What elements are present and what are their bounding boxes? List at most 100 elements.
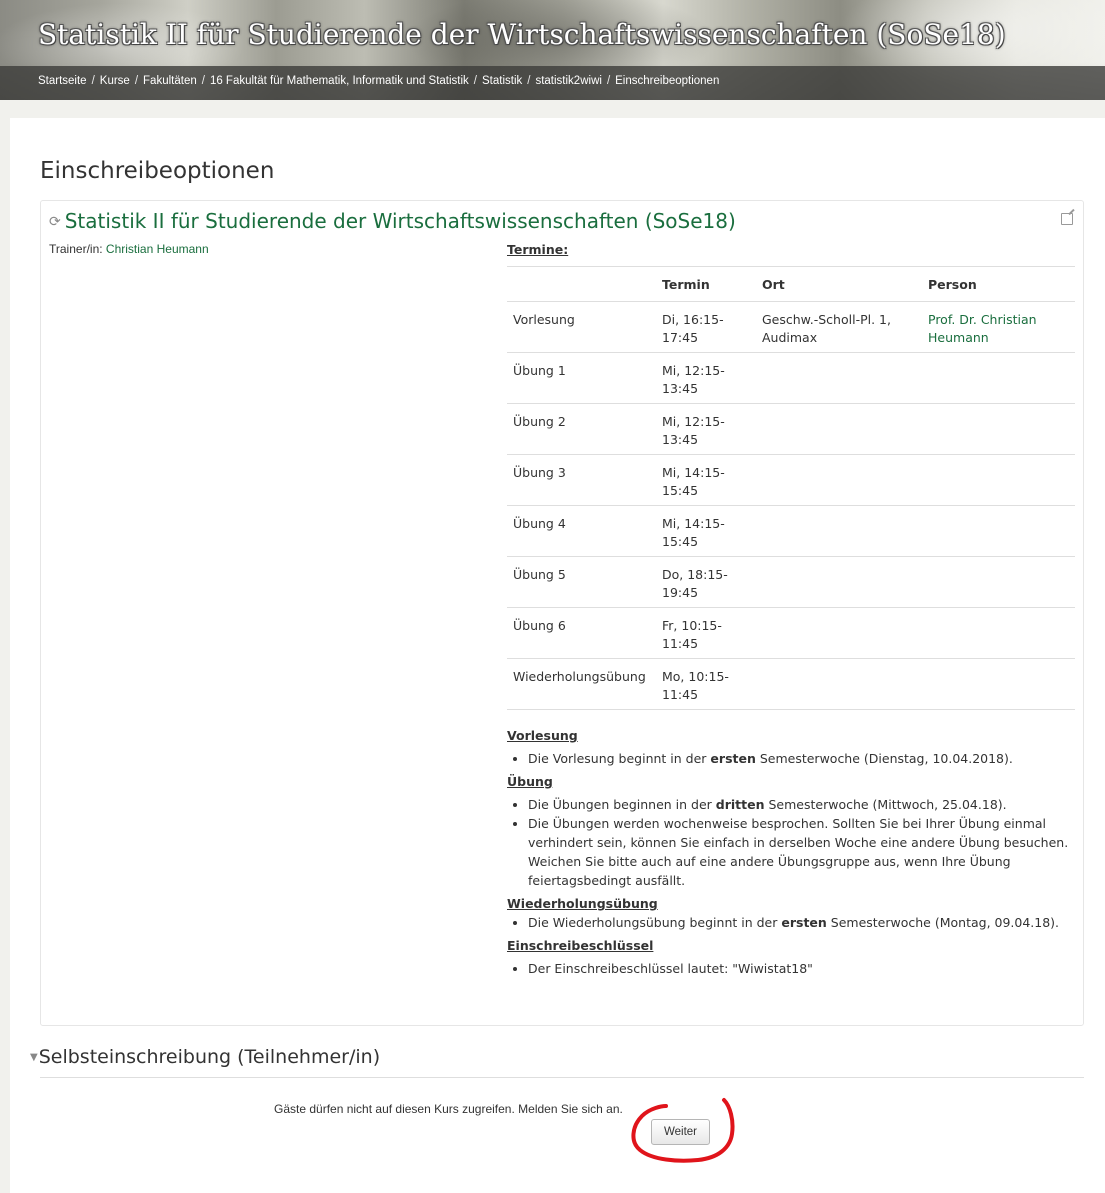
table-row: Übung 4 Mi, 14:15- 15:45 [507, 505, 1075, 557]
schedule-cell-termin: Mi, 14:15- 15:45 [656, 505, 756, 557]
table-row: Wiederholungsübung Mo, 10:15- 11:45 [507, 658, 1075, 710]
schedule-cell-type: Übung 1 [507, 352, 656, 404]
schedule-cell-termin: Do, 18:15- 19:45 [656, 556, 756, 608]
course-icon: ⟳ [49, 214, 61, 230]
breadcrumb-item[interactable]: 16 Fakultät für Mathematik, Informatik u… [210, 75, 469, 87]
schedule-cell-ort [756, 607, 922, 659]
schedule-cell-type: Vorlesung [507, 301, 656, 353]
schedule-cell-type: Übung 5 [507, 556, 656, 608]
schedule-cell-ort [756, 454, 922, 506]
schedule-cell-termin: Mi, 12:15- 13:45 [656, 352, 756, 404]
schedule-cell-ort [756, 556, 922, 608]
breadcrumb-separator: / [527, 75, 531, 87]
page-title: Einschreibeoptionen [40, 158, 275, 184]
schedule-cell-person [922, 505, 1075, 557]
breadcrumb-item[interactable]: statistik2wiwi [535, 75, 601, 87]
uebung-heading: Übung [507, 774, 553, 789]
breadcrumb-separator: / [473, 75, 477, 87]
breadcrumb-separator: / [134, 75, 139, 87]
schedule-cell-ort: Geschw.-Scholl-Pl. 1, Audimax [756, 301, 922, 353]
wiederholung-heading: Wiederholungsübung [507, 896, 658, 911]
note-text: Semesterwoche (Dienstag, 10.04.2018). [755, 751, 1013, 766]
note-text: Semesterwoche (Mittwoch, 25.04.18). [764, 797, 1007, 812]
breadcrumb-item[interactable]: Kurse [100, 75, 130, 87]
uebung-note-weekly: Die Übungen werden wochenweise besproche… [528, 814, 1075, 890]
schedule-cell-type: Übung 2 [507, 403, 656, 455]
schedule-header-type [507, 266, 656, 302]
einschreibeschluessel-heading: Einschreibeschlüssel [507, 938, 654, 953]
teacher-label: Trainer/in: [49, 242, 103, 256]
note-text: Die Übungen beginnen in der [528, 797, 716, 812]
course-info-box: ⟳ Statistik II für Studierende der Wirtsc… [40, 200, 1084, 1026]
schedule-cell-termin: Mi, 12:15- 13:45 [656, 403, 756, 455]
table-row: Übung 2 Mi, 12:15- 13:45 [507, 403, 1075, 455]
vorlesung-list: Die Vorlesung beginnt in der ersten Seme… [507, 749, 1075, 768]
breadcrumb-separator: / [91, 75, 95, 87]
schedule-table: Termin Ort Person Vorlesung Di, 16:15- 17… [507, 266, 1075, 710]
course-teacher: Trainer/in: Christian Heumann [49, 242, 209, 256]
table-row: Übung 5 Do, 18:15- 19:45 [507, 556, 1075, 608]
note-text: Semesterwoche (Montag, 09.04.18). [826, 915, 1060, 930]
schedule-header-ort: Ort [756, 266, 922, 302]
continue-button[interactable]: Weiter [651, 1119, 710, 1145]
schedule-cell-termin: Mo, 10:15- 11:45 [656, 658, 756, 710]
wiederholung-list: Die Wiederholungsübung beginnt in der er… [507, 913, 1075, 932]
schedule-cell-ort [756, 403, 922, 455]
schedule-cell-type: Übung 3 [507, 454, 656, 506]
table-row: Vorlesung Di, 16:15- 17:45 Geschw.-Scholl-… [507, 301, 1075, 353]
schedule-cell-termin: Mi, 14:15- 15:45 [656, 454, 756, 506]
schedule-header-row: Termin Ort Person [507, 266, 1075, 302]
note-emphasis: dritten [715, 797, 765, 812]
edit-icon[interactable] [1061, 213, 1073, 225]
left-page-border [0, 118, 10, 1193]
uebung-note-start: Die Übungen beginnen in der dritten Seme… [528, 795, 1075, 814]
schedule-cell-type: Wiederholungsübung [507, 658, 656, 710]
vorlesung-heading: Vorlesung [507, 728, 578, 743]
note-emphasis: ersten [781, 915, 827, 930]
page-header: Statistik II für Studierende der Wirtsch… [0, 0, 1105, 118]
schedule-header-person: Person [922, 266, 1075, 302]
collapse-caret-icon[interactable]: ▼ [30, 1052, 38, 1063]
site-title[interactable]: Statistik II für Studierende der Wirtsch… [38, 18, 1006, 51]
breadcrumb-item[interactable]: Statistik [482, 75, 522, 87]
table-row: Übung 3 Mi, 14:15- 15:45 [507, 454, 1075, 506]
schedule-cell-person[interactable]: Prof. Dr. Christian Heumann [922, 301, 1075, 353]
schedule-cell-type: Übung 4 [507, 505, 656, 557]
self-enrolment-heading[interactable]: ▼Selbsteinschreibung (Teilnehmer/in) [30, 1046, 380, 1068]
schedule-cell-person [922, 556, 1075, 608]
schedule-cell-ort [756, 505, 922, 557]
schedule-cell-type: Übung 6 [507, 607, 656, 659]
breadcrumb-item[interactable]: Fakultäten [143, 75, 197, 87]
course-title-text[interactable]: Statistik II für Studierende der Wirtsch… [65, 209, 736, 233]
schedule-cell-ort [756, 658, 922, 710]
vorlesung-note: Die Vorlesung beginnt in der ersten Seme… [528, 749, 1075, 768]
einschreibeschluessel-note: Der Einschreibeschlüssel lautet: "Wiwist… [528, 959, 1075, 978]
schedule-cell-person [922, 454, 1075, 506]
breadcrumb-item[interactable]: Startseite [38, 75, 87, 87]
note-text: Die Vorlesung beginnt in der [528, 751, 711, 766]
schedule-cell-person [922, 352, 1075, 404]
breadcrumb-item[interactable]: Einschreibeoptionen [615, 75, 719, 87]
table-row: Übung 1 Mi, 12:15- 13:45 [507, 352, 1075, 404]
breadcrumb-bar: Startseite / Kurse / Fakultäten / 16 Fakultät … [0, 66, 1105, 100]
einschreibeschluessel-list: Der Einschreibeschlüssel lautet: "Wiwist… [507, 959, 1075, 978]
schedule-cell-termin: Fr, 10:15- 11:45 [656, 607, 756, 659]
teacher-link[interactable]: Christian Heumann [106, 242, 209, 256]
breadcrumb: Startseite / Kurse / Fakultäten / 16 Fakultät … [38, 75, 719, 87]
course-title[interactable]: ⟳ Statistik II für Studierende der Wirtsc… [49, 209, 736, 233]
uebung-list: Die Übungen beginnen in der dritten Seme… [507, 795, 1075, 890]
self-enrolment-heading-text: Selbsteinschreibung (Teilnehmer/in) [38, 1046, 381, 1068]
note-text: Die Wiederholungsübung beginnt in der [528, 915, 782, 930]
section-divider [40, 1077, 1084, 1078]
guest-access-message: Gäste dürfen nicht auf diesen Kurs zugre… [274, 1102, 623, 1116]
breadcrumb-separator: / [201, 75, 205, 87]
schedule-cell-person [922, 658, 1075, 710]
note-emphasis: ersten [710, 751, 756, 766]
schedule-body: Vorlesung Di, 16:15- 17:45 Geschw.-Scholl-… [507, 301, 1075, 710]
table-row: Übung 6 Fr, 10:15- 11:45 [507, 607, 1075, 659]
schedule-header-termin: Termin [656, 266, 756, 302]
schedule-cell-termin: Di, 16:15- 17:45 [656, 301, 756, 353]
schedule-cell-person [922, 403, 1075, 455]
schedule-cell-person [922, 607, 1075, 659]
wiederholung-note: Die Wiederholungsübung beginnt in der er… [528, 913, 1075, 932]
